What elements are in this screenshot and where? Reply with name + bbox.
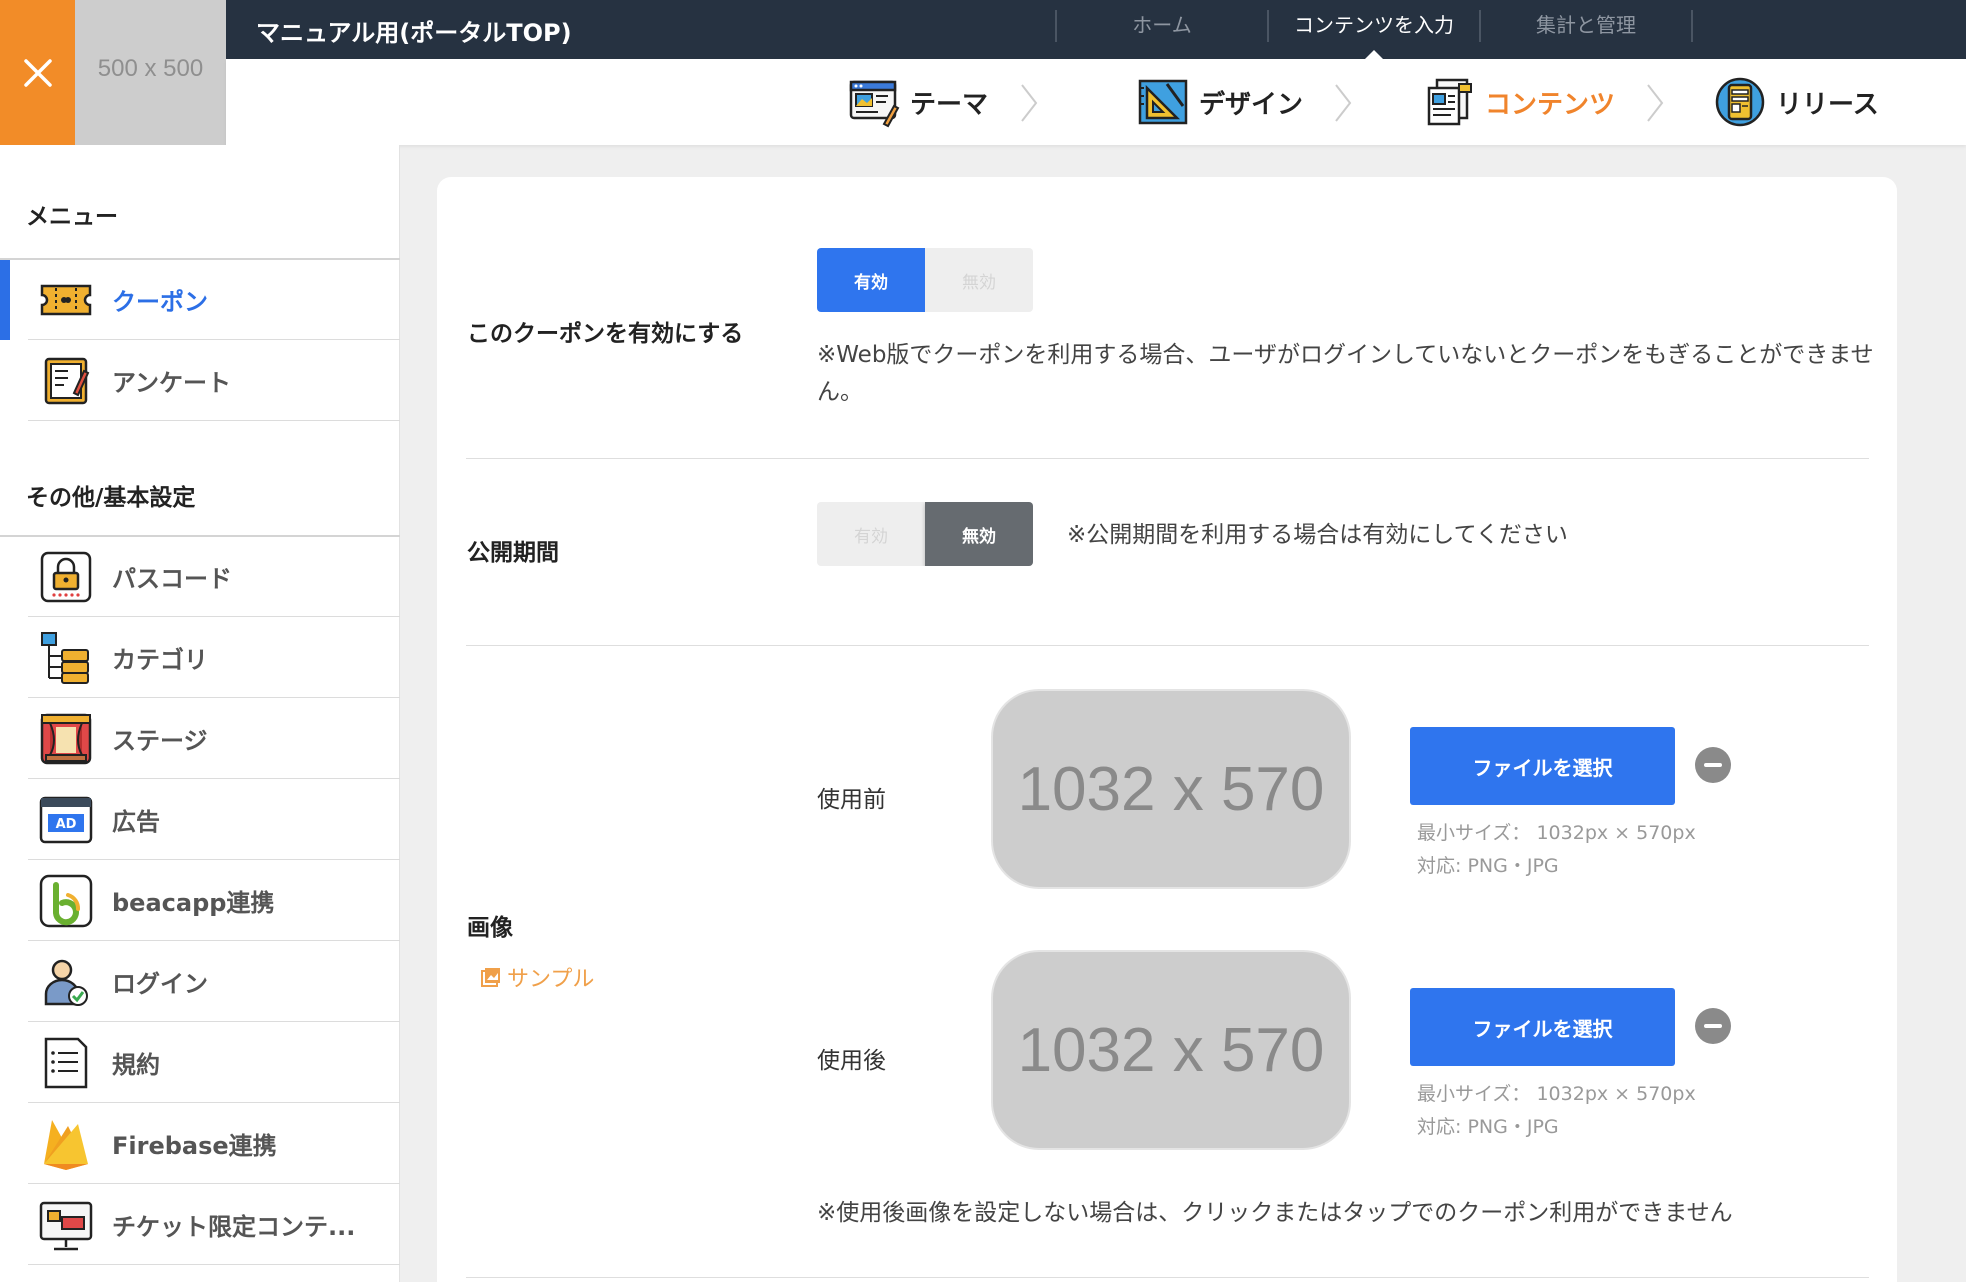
top-bar: マニュアル用(ポータルTOP) ホーム コンテンツを入力 集計と管理	[226, 0, 1966, 60]
settings-card: このクーポンを有効にする 有効 無効 ※Web版でクーポンを利用する場合、ユーザ…	[437, 177, 1897, 1282]
before-file-select-button[interactable]: ファイルを選択	[1410, 727, 1675, 805]
step-bar: テーマ デザイン コンテンツ リリース	[226, 59, 1966, 145]
passcode-icon	[40, 551, 92, 602]
divider	[466, 1277, 1869, 1278]
category-icon	[41, 631, 89, 684]
after-image-preview: 1032 x 570	[991, 950, 1351, 1150]
enable-coupon-note: ※Web版でクーポンを利用する場合、ユーザがログインしていないとクーポンをもぎる…	[817, 342, 1874, 405]
sidebar-item-ad[interactable]: AD 広告	[28, 780, 400, 860]
divider	[466, 645, 1869, 646]
beacapp-icon	[39, 874, 93, 927]
login-icon	[44, 959, 88, 1006]
app-thumbnail: 500 x 500	[75, 0, 226, 145]
firebase-icon	[44, 1119, 88, 1170]
design-icon	[1138, 79, 1188, 125]
sidebar-item-label: 規約	[112, 1051, 160, 1079]
sidebar-item-label: チケット限定コンテ...	[112, 1213, 356, 1241]
after-label: 使用後	[817, 1048, 886, 1074]
divider	[466, 458, 1869, 459]
sidebar-item-label: 広告	[112, 808, 160, 836]
sidebar: メニュー クーポン アンケート その他/基本設定 パスコード カテゴリ ステージ…	[0, 145, 400, 1282]
stage-icon	[40, 713, 92, 764]
publish-period-off-button[interactable]: 無効	[925, 502, 1033, 566]
after-file-select-button[interactable]: ファイルを選択	[1410, 988, 1675, 1066]
before-label: 使用前	[817, 787, 886, 813]
after-formats: 対応: PNG・JPG	[1417, 1116, 1559, 1138]
image-icon	[481, 968, 500, 987]
publish-period-toggle: 有効 無効	[817, 502, 1033, 566]
sidebar-item-label: パスコード	[112, 565, 232, 593]
step-label: デザイン	[1199, 89, 1304, 120]
svg-text:AD: AD	[56, 817, 77, 832]
close-button[interactable]	[0, 0, 75, 145]
after-remove-button[interactable]	[1695, 1008, 1731, 1044]
sidebar-item-label: ステージ	[112, 727, 208, 755]
survey-icon	[44, 357, 90, 404]
after-image-note: ※使用後画像を設定しない場合は、クリックまたはタップでのクーポン利用ができません	[817, 1200, 1733, 1226]
before-remove-button[interactable]	[1695, 747, 1731, 783]
nav-divider	[1691, 10, 1693, 42]
nav-home[interactable]: ホーム	[1057, 10, 1267, 42]
sidebar-item-category[interactable]: カテゴリ	[28, 618, 400, 698]
minus-icon	[1704, 1024, 1722, 1028]
sidebar-item-beacapp[interactable]: beacapp連携	[28, 861, 400, 941]
step-release[interactable]: リリース	[1714, 77, 1879, 127]
step-theme[interactable]: テーマ	[848, 77, 989, 128]
sidebar-item-coupon[interactable]: クーポン	[28, 260, 400, 340]
sidebar-item-passcode[interactable]: パスコード	[28, 537, 400, 617]
terms-icon	[44, 1037, 88, 1088]
publish-period-on-button[interactable]: 有効	[817, 502, 925, 566]
enable-coupon-label: このクーポンを有効にする	[467, 321, 744, 347]
sidebar-heading-menu: メニュー	[26, 204, 118, 230]
sample-link-label: サンプル	[507, 967, 595, 992]
sidebar-item-terms[interactable]: 規約	[28, 1023, 400, 1103]
nav-content-input[interactable]: コンテンツを入力	[1269, 10, 1479, 60]
before-image-preview: 1032 x 570	[991, 689, 1351, 889]
sidebar-item-stage[interactable]: ステージ	[28, 699, 400, 779]
top-nav: ホーム コンテンツを入力 集計と管理	[1055, 10, 1693, 60]
minus-icon	[1704, 763, 1722, 767]
close-icon	[23, 58, 52, 87]
sidebar-item-label: カテゴリ	[112, 646, 208, 674]
before-min-size: 最小サイズ： 1032px × 570px	[1417, 822, 1696, 844]
enable-coupon-off-button[interactable]: 無効	[925, 248, 1033, 312]
sidebar-item-label: Firebase連携	[112, 1132, 277, 1160]
step-content[interactable]: コンテンツ	[1423, 77, 1615, 127]
sidebar-item-firebase[interactable]: Firebase連携	[28, 1104, 400, 1184]
coupon-icon	[40, 284, 92, 315]
sidebar-item-label: beacapp連携	[112, 889, 275, 917]
chevron-right-icon	[1335, 84, 1352, 122]
after-min-size: 最小サイズ： 1032px × 570px	[1417, 1083, 1696, 1105]
step-label: コンテンツ	[1485, 89, 1616, 120]
step-label: リリース	[1776, 89, 1879, 120]
ticket-icon	[39, 1201, 93, 1250]
sample-link[interactable]: サンプル	[479, 961, 594, 993]
step-design[interactable]: デザイン	[1137, 77, 1303, 127]
sidebar-heading-other: その他/基本設定	[26, 485, 196, 511]
app-title: マニュアル用(ポータルTOP)	[256, 19, 572, 47]
sidebar-item-label: アンケート	[112, 369, 232, 397]
sidebar-item-label: クーポン	[112, 288, 208, 316]
chevron-right-icon	[1021, 84, 1038, 122]
sidebar-item-ticket[interactable]: チケット限定コンテ...	[28, 1185, 400, 1265]
publish-period-label: 公開期間	[467, 540, 559, 566]
ad-icon: AD	[39, 796, 93, 843]
sidebar-item-label: ログイン	[112, 970, 208, 998]
image-label: 画像	[467, 915, 513, 941]
theme-icon	[849, 80, 900, 128]
chevron-right-icon	[1647, 84, 1664, 122]
release-icon	[1715, 77, 1765, 127]
enable-coupon-on-button[interactable]: 有効	[817, 248, 925, 312]
sidebar-item-login[interactable]: ログイン	[28, 942, 400, 1022]
active-indicator	[0, 260, 10, 340]
publish-period-note: ※公開期間を利用する場合は有効にしてください	[1067, 522, 1568, 548]
content-icon	[1427, 78, 1472, 126]
sidebar-item-survey[interactable]: アンケート	[28, 341, 400, 421]
enable-coupon-toggle: 有効 無効	[817, 248, 1033, 312]
nav-analytics[interactable]: 集計と管理	[1481, 10, 1691, 42]
before-formats: 対応: PNG・JPG	[1417, 855, 1559, 877]
step-label: テーマ	[910, 89, 989, 120]
